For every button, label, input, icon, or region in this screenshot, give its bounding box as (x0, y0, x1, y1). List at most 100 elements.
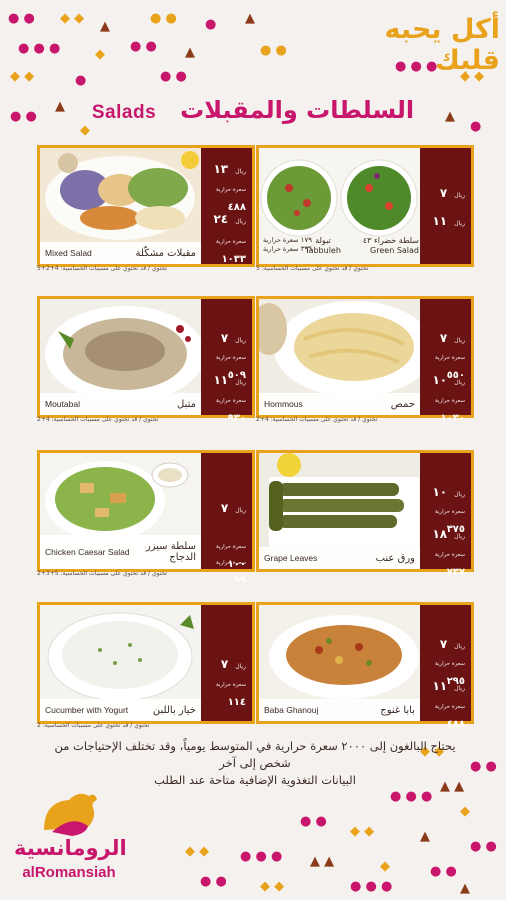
currency-label: ريال (235, 663, 246, 670)
calorie-unit: سعرة حرارية (215, 355, 246, 361)
currency-label: ريال (454, 533, 465, 540)
menu-card-baba-ghanouj[interactable]: Baba Ghanouj بابا غنوج ريال ٧ سعرة حراري… (256, 602, 474, 730)
dish-name-ar: بابا غنوج (380, 704, 415, 716)
price-large: ١٠ (432, 373, 448, 387)
section-heading: Salads السلطات والمقبلات (0, 96, 506, 124)
allergen-note: تحتوي / قد تحتوي على مسببات الحساسية: 4+… (37, 416, 159, 423)
price: ٧ (220, 657, 229, 671)
calories-large: ١٠٣٣ (221, 254, 246, 265)
dish-name-en: Chicken Caesar Salad (45, 547, 130, 557)
price-panel: ريال ١٠ سعرة حرارية ٣٧٥ ريال ١٨ سعرة حرا… (420, 453, 471, 578)
dish-name-bar: Chicken Caesar Salad سلطة سيزر الدجاج (40, 535, 201, 569)
menu-card-hommous[interactable]: Hommous حمص ريال ٧ سعرة حرارية ٥٥٠ ريال … (256, 296, 474, 424)
nutrition-footnote: يحتاج البالغون إلى ٢٠٠٠ سعرة حرارية في ا… (40, 738, 470, 789)
green-salad-calories: ٤٣ (362, 236, 372, 245)
price-large: ١١ (432, 679, 448, 693)
footnote-line-1: يحتاج البالغون إلى ٢٠٠٠ سعرة حرارية في ا… (54, 739, 456, 770)
dish-name-bar: Baba Ghanouj بابا غنوج (259, 699, 420, 721)
price-large: ١٨ (432, 527, 448, 541)
currency-label: ريال (454, 337, 465, 344)
calorie-unit: سعرة حرارية (215, 560, 246, 566)
menu-card-moutabal[interactable]: Moutabal متبل ريال ٧ سعرة حرارية ٥٠٩ ريا… (37, 296, 255, 424)
menu-card-cucumber-yogurt[interactable]: Cucumber with Yogurt خيار باللبن ريال ٧ … (37, 602, 255, 724)
allergen-note: تحتوي / قد تحتوي على مسببات الحساسية: 5 (256, 265, 369, 272)
dish-name-ar: حمص (390, 398, 415, 410)
tabbuleh-name-ar: تبولة (315, 236, 331, 245)
price-small: ٧ (220, 331, 229, 345)
price-panel: ريال ٧ سعرة حرارية ١٠٠ سعرة حرارية ٩٩ (201, 453, 252, 586)
dish-name-bar: Hommous حمص (259, 393, 420, 415)
price-large: ١١ (213, 373, 229, 387)
calorie-unit: سعرة حرارية (434, 661, 465, 667)
price: ٧ (220, 501, 229, 515)
dish-name-ar: ورق عنب (375, 552, 415, 564)
menu-card-green-salad[interactable]: ١٧٩ سعرة حرارية ٣٩٦ سعرة حرارية تبولة Ta… (256, 145, 474, 267)
price-small: ١٠ (432, 485, 448, 499)
calorie-unit: سعرة حرارية (215, 239, 246, 245)
currency-label: ريال (454, 643, 465, 650)
price-large: ٢٤ (213, 212, 229, 226)
dish-name-en: Baba Ghanouj (264, 705, 319, 715)
currency-label: ريال (454, 192, 465, 199)
price-small: ١٣ (213, 162, 229, 176)
dish-name-bar: Mixed Salad مقبلات مشكّلة (40, 242, 201, 264)
currency-label: ريال (235, 507, 246, 514)
currency-label: ريال (454, 491, 465, 498)
tabbuleh-label: تبولة Tabbuleh (305, 236, 341, 256)
calorie-unit: سعرة حرارية (434, 509, 465, 515)
calorie-unit: سعرة حرارية (215, 398, 246, 404)
calorie-unit: سعرة حرارية (215, 187, 246, 193)
currency-label: ريال (454, 379, 465, 386)
green-salad-name-en: Green Salad (370, 246, 419, 255)
dish-name-ar: خيار باللبن (152, 704, 196, 716)
green-salad-label: سلطة خضراء ٤٣ Green Salad (351, 236, 419, 256)
dish-name-en: Grape Leaves (264, 553, 318, 563)
tabbuleh-name-en: Tabbuleh (305, 246, 341, 255)
price-small: ٧ (439, 331, 448, 345)
calorie-unit: سعرة حرارية (263, 236, 299, 244)
price-panel: ريال ٧ سعرة حرارية ٥٠٩ ريال ١١ سعرة حرار… (201, 299, 252, 424)
calories: ١١٤ (227, 697, 246, 708)
menu-card-chicken-caesar[interactable]: Chicken Caesar Salad سلطة سيزر الدجاج ري… (37, 450, 255, 586)
currency-label: ريال (454, 220, 465, 227)
allergen-note: تحتوي / قد تحتوي على مسببات الحساسية: 4+… (37, 265, 168, 272)
rooster-icon (44, 793, 97, 836)
menu-card-mixed-salad[interactable]: Mixed Salad مقبلات مشكّلة ريال ١٣ سعرة ح… (37, 145, 255, 267)
menu-card-grape-leaves[interactable]: Grape Leaves ورق عنب ريال ١٠ سعرة حرارية… (256, 450, 474, 578)
price-small: ٧ (439, 186, 448, 200)
dish-name-en: Mixed Salad (45, 248, 92, 258)
brand-tagline: أكل يحبه قلبك (384, 14, 500, 76)
allergen-note: تحتوي / قد تحتوي على مسببات الحساسية: 5+… (37, 570, 168, 577)
calorie-unit: سعرة حرارية (263, 245, 299, 253)
green-salad-name-ar: سلطة خضراء (373, 236, 419, 245)
price-panel: ريال ٧ ريال ١١ (420, 148, 471, 264)
price-small: ٧ (439, 637, 448, 651)
dish-name-en: Hommous (264, 399, 303, 409)
currency-label: ريال (454, 685, 465, 692)
currency-label: ريال (235, 337, 246, 344)
allergen-note: تحتوي / قد تحتوي على مسببات الحساسية: 2 (37, 722, 150, 729)
calories-large: ٤٨٨ (446, 719, 465, 730)
currency-label: ريال (235, 379, 246, 386)
currency-label: ريال (235, 218, 246, 225)
footnote-line-2: البيانات التغذوية الإضافية متاحة عند الط… (154, 773, 356, 787)
calorie-unit: سعرة حرارية (434, 552, 465, 558)
heading-english: Salads (91, 102, 157, 123)
dish-name-bar: Moutabal متبل (40, 393, 201, 415)
logo-english: alRomansiah (22, 864, 116, 881)
currency-label: ريال (235, 168, 246, 175)
dish-name-en: Cucumber with Yogurt (45, 705, 129, 715)
dish-name-en: Moutabal (45, 399, 80, 409)
calories-large: ٧٣٧ (446, 567, 465, 578)
calorie-unit: سعرة حرارية (215, 682, 246, 688)
dish-name-ar: سلطة سيزر الدجاج (145, 541, 196, 563)
calorie-unit: سعرة حرارية (434, 704, 465, 710)
price-panel: ريال ١٣ سعرة حرارية ٤٨٨ ريال ٢٤ سعرة حرا… (201, 148, 252, 265)
price-panel: ريال ٧ سعرة حرارية ٥٥٠ ريال ١٠ سعرة حرار… (420, 299, 471, 424)
dish-name-ar: مقبلات مشكّلة (135, 247, 196, 259)
heading-arabic: السلطات والمقبلات (180, 96, 415, 124)
logo-arabic: الرومانسية (14, 836, 127, 860)
calorie-unit: سعرة حرارية (434, 355, 465, 361)
price-panel: ريال ٧ سعرة حرارية ١١٤ (201, 605, 252, 721)
dish-name-bar: Cucumber with Yogurt خيار باللبن (40, 699, 201, 721)
